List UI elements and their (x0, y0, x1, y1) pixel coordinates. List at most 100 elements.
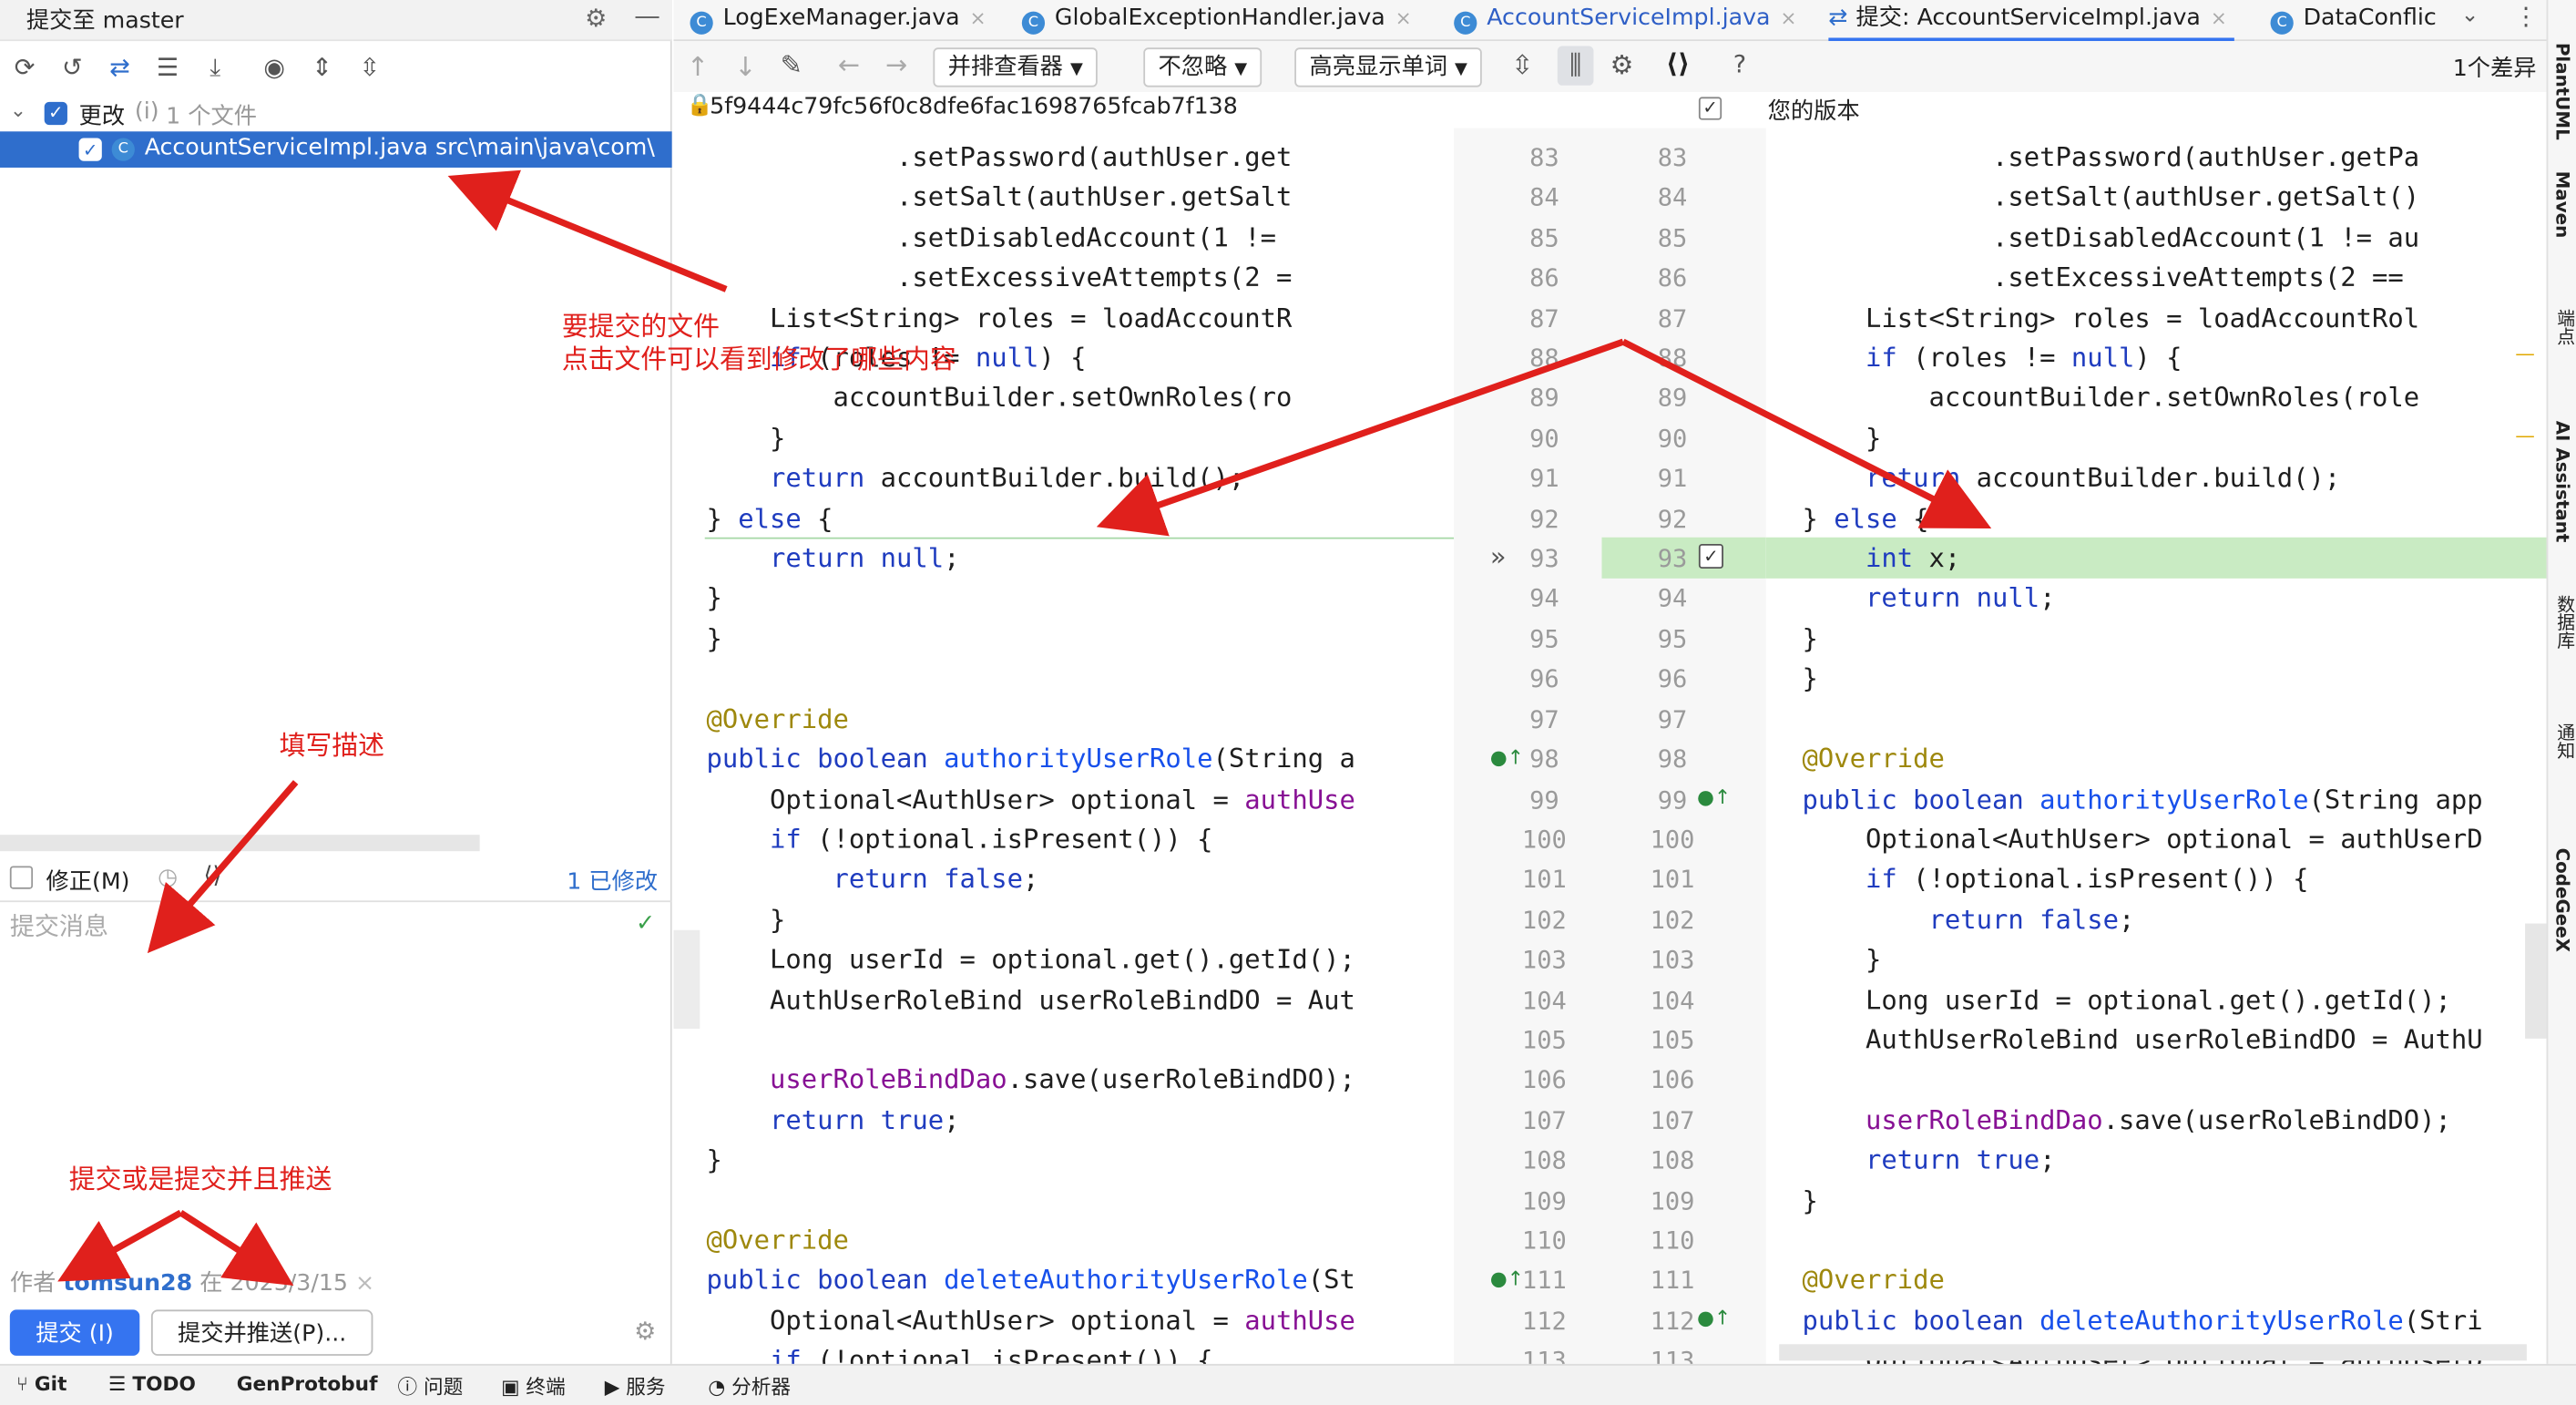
apply-change-icon[interactable]: » (1490, 540, 1507, 571)
eye-icon[interactable]: ◉ (258, 51, 291, 84)
status-profiler[interactable]: ◔ 分析器 (708, 1372, 791, 1400)
clear-author-icon[interactable]: × (355, 1270, 374, 1297)
tabs-dropdown-icon[interactable]: ⌄ (2461, 4, 2479, 28)
collapse-all-icon[interactable]: ⇳ (353, 51, 386, 84)
expand-all-icon[interactable]: ⇕ (305, 51, 338, 84)
author-prefix: 作者 (9, 1270, 56, 1297)
highlight-dropdown[interactable]: 高亮显示单词 ▼ (1294, 47, 1483, 87)
left-code-line: } (706, 422, 786, 454)
diff-icon[interactable]: ⇄ (104, 51, 137, 84)
horizontal-scrollbar[interactable] (0, 835, 480, 852)
tool-plantuml[interactable]: PlantUML (2551, 43, 2572, 140)
tool-endpoints[interactable]: 端点 (2551, 309, 2576, 345)
forward-icon[interactable]: → (885, 49, 907, 80)
line-number: 105 (1521, 1025, 1567, 1055)
right-scrollbar[interactable] (2525, 923, 2547, 1039)
sync-scroll-icon[interactable]: ⫼ (1557, 46, 1594, 86)
status-problems[interactable]: ⓘ 问题 (397, 1372, 463, 1400)
line-number: 86 (1657, 262, 1688, 293)
include-change-checkbox[interactable]: ✓ (1698, 543, 1723, 569)
right-code-line: } (1802, 943, 1882, 975)
status-git[interactable]: ⑂ Git (16, 1372, 66, 1395)
changes-group[interactable]: ⌄ ✓ 更改 (i) 1 个文件 (0, 96, 672, 132)
tab-account-service-impl[interactable]: C AccountServiceImpl.java × (1454, 0, 1796, 41)
author-name[interactable]: tomsun28 (63, 1270, 192, 1297)
close-icon[interactable]: × (969, 6, 986, 29)
ignore-dropdown[interactable]: 不忽略 ▼ (1143, 47, 1262, 87)
editor-tabs: C LogExeManager.java × C GlobalExceptionHan… (673, 0, 2547, 42)
commit-settings-gear-icon[interactable]: ⚙ (634, 1317, 656, 1346)
settings-icon[interactable]: ⚙ (1610, 49, 1633, 80)
commit-message-area[interactable]: 提交消息 ✓ (0, 900, 672, 1248)
include-checkbox[interactable]: ✓ (1698, 97, 1722, 120)
commit-and-push-button[interactable]: 提交并推送(P)... (150, 1309, 373, 1356)
tool-codegeex[interactable]: CodeGeeX (2551, 848, 2572, 952)
line-number: 108 (1521, 1145, 1567, 1175)
history-icon[interactable]: ◷ (158, 865, 178, 891)
diff-header: 🔒 5f9444c79fc56f0c8dfe6fac1698765fcab7f1… (673, 91, 2547, 128)
right-code-line: Optional<AuthUser> optional = authUserD (1802, 823, 2483, 855)
implementation-icon[interactable]: ●↑ (1697, 1307, 1731, 1329)
line-number: 88 (1657, 343, 1688, 374)
implementation-icon[interactable]: ●↑ (1697, 785, 1731, 808)
shelve-icon[interactable]: ⤓ (199, 51, 231, 84)
tool-ai-assistant[interactable]: AI Assistant (2551, 421, 2572, 543)
left-code-pane[interactable]: .setPassword(authUser.get .setSalt(authU… (673, 128, 1455, 1376)
tool-notifications[interactable]: 通知 (2551, 723, 2576, 760)
close-icon[interactable]: × (1780, 6, 1796, 29)
status-services[interactable]: ▶ 服务 (605, 1372, 666, 1400)
line-number: 87 (1529, 303, 1559, 333)
close-icon[interactable]: × (2211, 6, 2227, 29)
status-problems-label: 问题 (424, 1375, 464, 1399)
diff-count: 1个差异 (2452, 56, 2537, 83)
right-code-pane[interactable]: .setPassword(authUser.getPa .setSalt(aut… (1765, 128, 2547, 1376)
rollback-icon[interactable]: ↺ (56, 51, 88, 84)
line-number: 86 (1529, 262, 1559, 293)
tab-data-conflict[interactable]: C DataConflic (2270, 0, 2437, 41)
line-number: 89 (1657, 384, 1688, 414)
gear-icon[interactable]: ⚙ (585, 4, 607, 33)
status-genprotobuf[interactable]: GenProtobuf (237, 1372, 378, 1395)
minimize-icon[interactable]: — (634, 0, 660, 31)
tab-commit-diff[interactable]: ⇄ 提交: AccountServiceImpl.java × (1828, 0, 2234, 42)
tool-maven[interactable]: Maven (2551, 171, 2572, 239)
help-icon[interactable]: ? (1733, 49, 1746, 78)
left-code-line: Long userId = optional.get().getId(); (706, 943, 1355, 975)
group-checkbox[interactable]: ✓ (44, 101, 67, 126)
annotation-description: 填写描述 (279, 729, 385, 762)
changed-file-label: AccountServiceImpl.java src\main\java\co… (144, 134, 655, 161)
tool-database[interactable]: 数据库 (2551, 595, 2576, 650)
changelist-icon[interactable]: ☰ (151, 51, 184, 84)
next-diff-icon[interactable]: ↓ (734, 51, 756, 82)
close-icon[interactable]: × (1395, 6, 1412, 29)
back-icon[interactable]: ← (838, 49, 860, 80)
right-hscrollbar[interactable] (1779, 1344, 2527, 1361)
amend-checkbox[interactable] (9, 866, 34, 889)
commit-options-icon[interactable]: ⟨⟩ (204, 863, 222, 889)
modified-count-link[interactable]: 1 已修改 (567, 865, 658, 897)
status-todo[interactable]: ☰ TODO (108, 1372, 196, 1395)
implementation-icon[interactable]: ●↑ (1490, 746, 1524, 769)
more-icon[interactable]: ⋮ (2513, 2, 2538, 31)
line-number: 105 (1650, 1025, 1695, 1055)
line-number: 112 (1650, 1306, 1695, 1336)
right-tool-strip: PlantUML Maven 端点 AI Assistant 数据库 通知 Co… (2546, 0, 2576, 1364)
file-checkbox[interactable]: ✓ (78, 138, 102, 161)
viewer-dropdown[interactable]: 并排查看器 ▼ (933, 47, 1099, 87)
refresh-icon[interactable]: ⟳ (8, 51, 41, 84)
code-icon[interactable]: ⟨⟩ (1666, 47, 1690, 78)
commit-button[interactable]: 提交 (I) (9, 1309, 140, 1356)
edit-icon[interactable]: ✎ (781, 49, 802, 80)
line-number: 96 (1529, 664, 1559, 694)
changed-file-item[interactable]: ✓ C AccountServiceImpl.java src\main\jav… (0, 131, 672, 168)
status-terminal[interactable]: ▣ 终端 (501, 1372, 566, 1400)
prev-diff-icon[interactable]: ↑ (687, 51, 709, 82)
tab-log-exe-manager[interactable]: C LogExeManager.java × (690, 0, 986, 41)
implementation-icon[interactable]: ●↑ (1490, 1267, 1524, 1290)
chevron-down-icon[interactable]: ⌄ (10, 98, 26, 121)
right-code-line: userRoleBindDao.save(userRoleBindDO); (1866, 1103, 2451, 1135)
line-number: 94 (1657, 584, 1688, 614)
java-class-icon: C (1021, 11, 1046, 35)
collapse-unchanged-icon[interactable]: ⇳ (1511, 49, 1533, 80)
tab-global-exception-handler[interactable]: C GlobalExceptionHandler.java × (1021, 0, 1412, 41)
